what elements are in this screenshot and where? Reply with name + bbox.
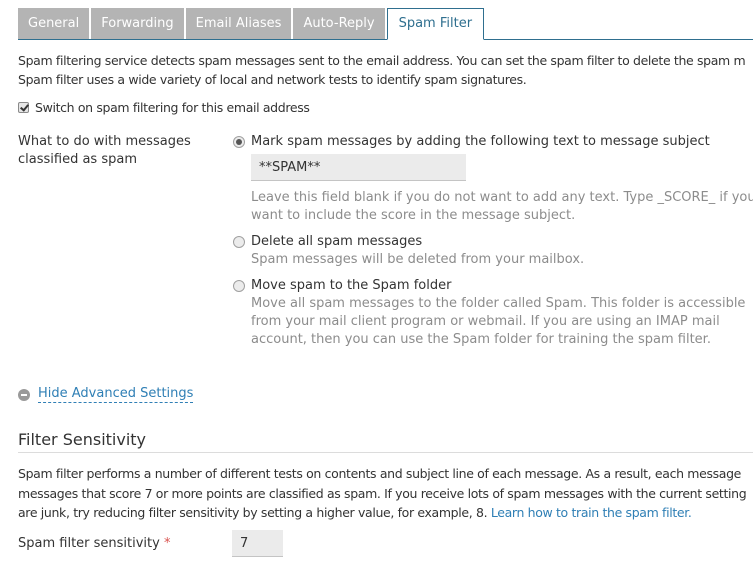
intro-line-1: Spam filtering service detects spam mess… [18, 53, 746, 68]
tab-auto-reply[interactable]: Auto-Reply [293, 8, 385, 39]
collapse-minus-icon[interactable] [18, 388, 30, 401]
sensitivity-desc-line-3-wrap: are junk, try reducing filter sensitivit… [18, 503, 753, 523]
option-delete-spam[interactable]: Delete all spam messages Spam messages w… [233, 233, 753, 269]
option-move-spam-folder-label: Move spam to the Spam folder [251, 278, 452, 293]
sensitivity-description: Spam filter performs a number of differe… [18, 464, 753, 523]
intro-text: Spam filtering service detects spam mess… [18, 51, 753, 89]
option-move-spam-folder-hint: Move all spam messages to the folder cal… [251, 296, 746, 347]
switch-spam-filtering[interactable]: Switch on spam filtering for this email … [18, 100, 310, 115]
tab-email-aliases[interactable]: Email Aliases [185, 8, 292, 39]
filter-sensitivity-heading: Filter Sensitivity [18, 430, 753, 453]
advanced-settings-toggle[interactable]: Hide Advanced Settings [18, 386, 194, 403]
spam-action-label: What to do with messages classified as s… [18, 134, 191, 167]
tab-spam-filter[interactable]: Spam Filter [386, 8, 485, 40]
sensitivity-field-row: Spam filter sensitivity * [18, 530, 318, 558]
learn-train-spam-filter-link[interactable]: Learn how to train the spam filter. [491, 505, 692, 520]
tab-bar: General Forwarding Email Aliases Auto-Re… [18, 8, 753, 40]
radio-mark-subject[interactable] [233, 136, 245, 148]
spam-sensitivity-input[interactable] [232, 530, 283, 557]
tab-general[interactable]: General [18, 8, 90, 39]
hide-advanced-settings-link[interactable]: Hide Advanced Settings [38, 386, 194, 403]
required-marker: * [163, 536, 171, 551]
option-mark-subject-label: Mark spam messages by adding the followi… [251, 134, 710, 149]
sensitivity-field-label: Spam filter sensitivity [18, 536, 160, 551]
switch-spam-checkbox[interactable] [18, 102, 29, 113]
radio-move-spam-folder[interactable] [233, 280, 245, 292]
option-delete-spam-hint: Spam messages will be deleted from your … [251, 252, 585, 267]
tab-forwarding[interactable]: Forwarding [91, 8, 184, 39]
radio-delete-spam[interactable] [233, 236, 245, 248]
option-delete-spam-label: Delete all spam messages [251, 234, 423, 249]
sensitivity-desc-line-1: Spam filter performs a number of differe… [18, 466, 742, 481]
sensitivity-desc-line-3: are junk, try reducing filter sensitivit… [18, 505, 488, 520]
spam-subject-text-input[interactable] [251, 154, 466, 181]
switch-spam-label: Switch on spam filtering for this email … [35, 100, 310, 115]
sensitivity-desc-line-2: messages that score 7 or more points are… [18, 485, 747, 501]
option-move-spam-folder[interactable]: Move spam to the Spam folder Move all sp… [233, 277, 753, 349]
spam-action-options: Mark spam messages by adding the followi… [233, 133, 753, 349]
intro-line-2: Spam filter uses a wide variety of local… [18, 72, 527, 87]
option-mark-subject[interactable]: Mark spam messages by adding the followi… [233, 133, 753, 225]
sensitivity-field-label-wrap: Spam filter sensitivity * [18, 536, 170, 551]
option-mark-subject-hint: Leave this field blank if you do not wan… [251, 190, 753, 223]
